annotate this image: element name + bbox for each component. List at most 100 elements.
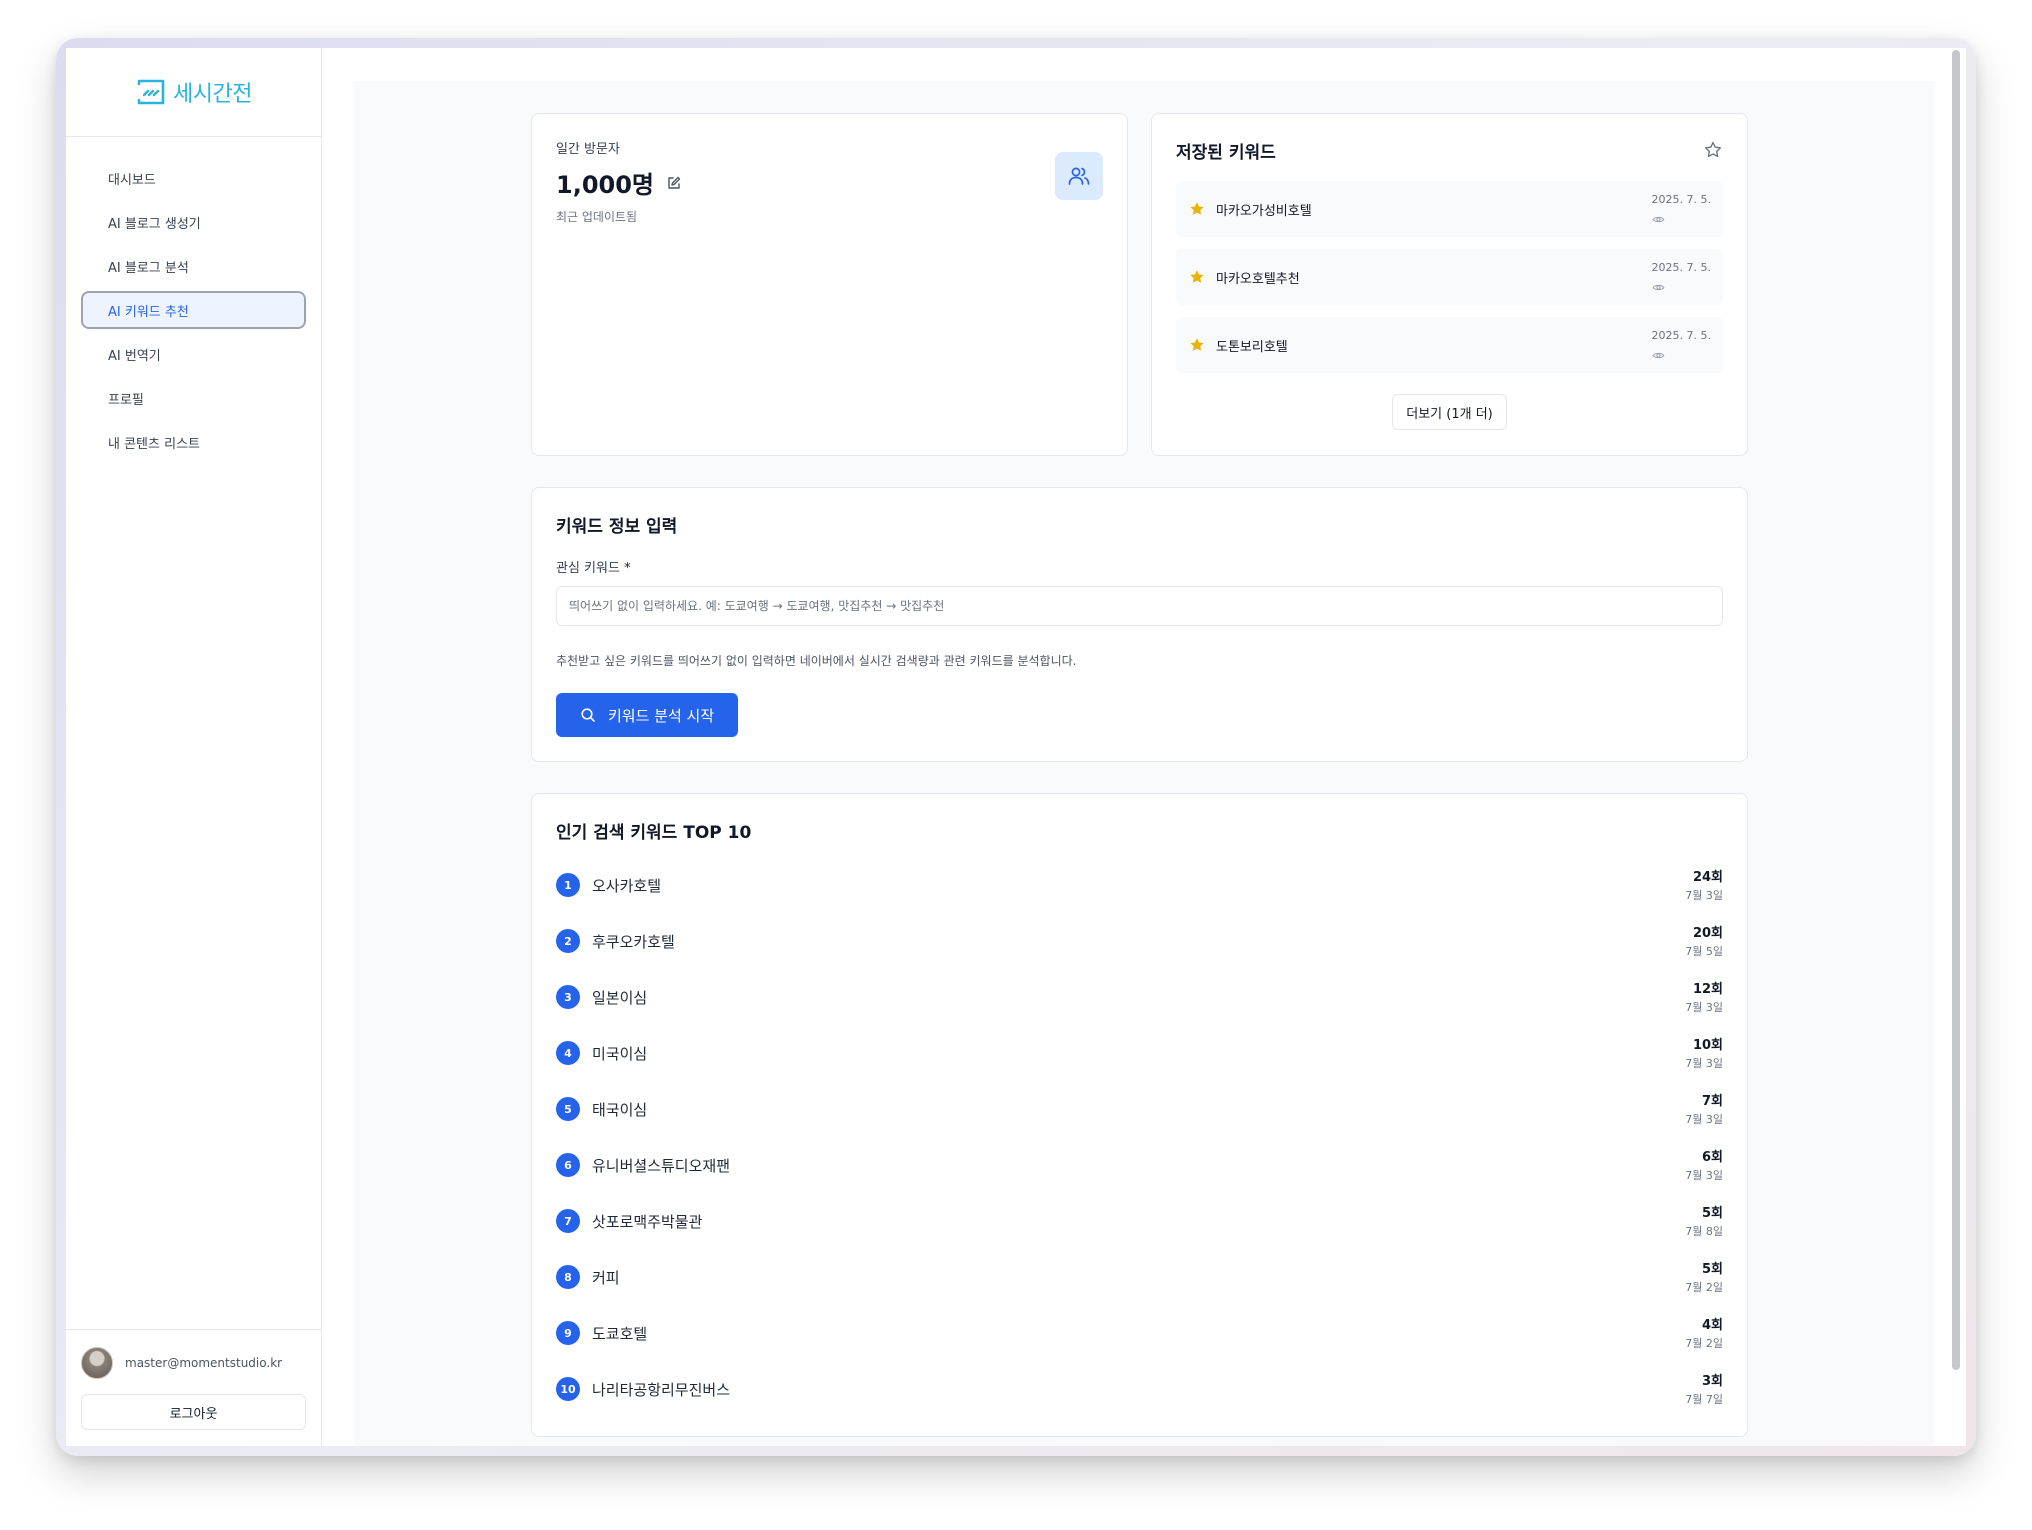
- star-filled-icon: [1190, 202, 1204, 215]
- rank-badge: 6: [556, 1153, 580, 1177]
- search-icon: [581, 708, 595, 722]
- top10-keyword: 일본이심: [592, 988, 648, 1007]
- top10-item[interactable]: 3 일본이심 12회 7월 3일: [556, 969, 1723, 1025]
- saved-keyword-date: 2025. 7. 5.: [1651, 261, 1711, 274]
- saved-keyword-item[interactable]: 마카오호텔추천 2025. 7. 5.: [1176, 249, 1723, 305]
- saved-keyword-item[interactable]: 마카오가성비호텔 2025. 7. 5.: [1176, 181, 1723, 237]
- top10-item[interactable]: 6 유니버셜스튜디오재팬 6회 7월 3일: [556, 1137, 1723, 1193]
- keyword-input-card: 키워드 정보 입력 관심 키워드 * 추천받고 싶은 키워드를 띄어쓰기 없이 …: [531, 487, 1748, 762]
- top10-item[interactable]: 8 커피 5회 7월 2일: [556, 1249, 1723, 1305]
- top10-date: 7월 5일: [1685, 945, 1723, 958]
- saved-keyword: 마카오호텔추천: [1216, 271, 1300, 287]
- rank-badge: 7: [556, 1209, 580, 1233]
- scrollbar[interactable]: [1952, 50, 1960, 1370]
- top10-date: 7월 2일: [1685, 1281, 1723, 1294]
- top10-item[interactable]: 2 후쿠오카호텔 20회 7월 5일: [556, 913, 1723, 969]
- eye-icon[interactable]: [1652, 281, 1665, 294]
- top10-keyword: 후쿠오카호텔: [592, 932, 675, 951]
- star-filled-icon: [1190, 338, 1204, 351]
- top10-item[interactable]: 1 오사카호텔 24회 7월 3일: [556, 857, 1723, 913]
- logo-icon: [137, 79, 165, 105]
- saved-keyword-item[interactable]: 도톤보리호텔 2025. 7. 5.: [1176, 317, 1723, 373]
- rank-badge: 8: [556, 1265, 580, 1289]
- star-filled-icon: [1190, 270, 1204, 283]
- top10-date: 7월 3일: [1685, 1113, 1723, 1126]
- saved-keyword: 마카오가성비호텔: [1216, 203, 1312, 219]
- top10-count: 10회: [1692, 1038, 1723, 1053]
- top10-date: 7월 8일: [1685, 1225, 1723, 1238]
- top10-item[interactable]: 9 도쿄호텔 4회 7월 2일: [556, 1305, 1723, 1361]
- top10-count: 5회: [1701, 1262, 1723, 1277]
- sidebar-item-ai-blog-analysis[interactable]: AI 블로그 분석: [81, 247, 306, 285]
- top10-keyword: 삿포로맥주박물관: [592, 1212, 703, 1231]
- top10-keyword: 도쿄호텔: [592, 1324, 648, 1343]
- edit-icon[interactable]: [666, 175, 682, 191]
- required-mark: *: [624, 561, 631, 576]
- visitors-count: 1,000명: [556, 171, 654, 199]
- star-outline-icon[interactable]: [1703, 140, 1723, 160]
- saved-keywords-list: 마카오가성비호텔 2025. 7. 5. 마카오호텔추천 2025. 7. 5.: [1176, 181, 1723, 373]
- visitors-card: 일간 방문자 1,000명 최근 업데이트됨: [531, 113, 1128, 456]
- more-button[interactable]: 더보기 (1개 더): [1392, 394, 1507, 430]
- saved-keyword-date: 2025. 7. 5.: [1651, 193, 1711, 206]
- sidebar-item-ai-keyword-recommend[interactable]: AI 키워드 추천: [81, 291, 306, 329]
- sidebar-item-dashboard[interactable]: 대시보드: [81, 159, 306, 197]
- users-badge: [1055, 152, 1103, 200]
- rank-badge: 10: [556, 1377, 580, 1401]
- top10-keyword: 유니버셜스튜디오재팬: [592, 1156, 731, 1175]
- sidebar-item-my-content-list[interactable]: 내 콘텐츠 리스트: [81, 423, 306, 461]
- top10-count: 20회: [1692, 926, 1723, 941]
- sidebar-nav: 대시보드 AI 블로그 생성기 AI 블로그 분석 AI 키워드 추천 AI 번…: [66, 137, 321, 461]
- sidebar-item-profile[interactable]: 프로필: [81, 379, 306, 417]
- logo-text: 세시간전: [173, 81, 252, 106]
- saved-keyword: 도톤보리호텔: [1216, 339, 1288, 355]
- top10-card: 인기 검색 키워드 TOP 10 1 오사카호텔 24회 7월 3일 2 후쿠오…: [531, 793, 1748, 1437]
- top10-keyword: 오사카호텔: [592, 876, 662, 895]
- user-row: master@momentstudio.kr: [81, 1346, 306, 1380]
- avatar: [81, 1347, 113, 1379]
- top10-count: 6회: [1701, 1150, 1723, 1165]
- top10-list: 1 오사카호텔 24회 7월 3일 2 후쿠오카호텔 20회 7월 5일 3 일…: [556, 857, 1723, 1417]
- eye-icon[interactable]: [1652, 349, 1665, 362]
- logo[interactable]: 세시간전: [66, 48, 321, 137]
- visitors-label: 일간 방문자: [556, 142, 620, 157]
- top10-item[interactable]: 5 태국이심 7회 7월 3일: [556, 1081, 1723, 1137]
- app-window: 세시간전 대시보드 AI 블로그 생성기 AI 블로그 분석 AI 키워드 추천…: [66, 48, 1966, 1446]
- top10-keyword: 나리타공항리무진버스: [592, 1380, 731, 1399]
- saved-keywords-card: 저장된 키워드 마카오가성비호텔 2025. 7. 5. 마카오호텔추천 202…: [1151, 113, 1748, 456]
- sidebar-item-ai-blog-generator[interactable]: AI 블로그 생성기: [81, 203, 306, 241]
- top10-date: 7월 3일: [1685, 1057, 1723, 1070]
- logout-button[interactable]: 로그아웃: [81, 1394, 306, 1430]
- sidebar-item-ai-translator[interactable]: AI 번역기: [81, 335, 306, 373]
- top10-item[interactable]: 7 삿포로맥주박물관 5회 7월 8일: [556, 1193, 1723, 1249]
- rank-badge: 2: [556, 929, 580, 953]
- top10-item[interactable]: 4 미국이심 10회 7월 3일: [556, 1025, 1723, 1081]
- saved-keyword-date: 2025. 7. 5.: [1651, 329, 1711, 342]
- main-area: 일간 방문자 1,000명 최근 업데이트됨 저장된 키워드 마카오가성비호텔 …: [322, 48, 1966, 1446]
- top10-date: 7월 7일: [1685, 1393, 1723, 1406]
- top10-item[interactable]: 10 나리타공항리무진버스 3회 7월 7일: [556, 1361, 1723, 1417]
- users-icon: [1068, 167, 1090, 185]
- rank-badge: 9: [556, 1321, 580, 1345]
- top10-date: 7월 2일: [1685, 1337, 1723, 1350]
- top10-keyword: 커피: [592, 1268, 620, 1287]
- keyword-input-title: 키워드 정보 입력: [556, 517, 678, 537]
- rank-badge: 3: [556, 985, 580, 1009]
- analyze-keyword-button[interactable]: 키워드 분석 시작: [556, 693, 739, 737]
- rank-badge: 4: [556, 1041, 580, 1065]
- saved-keywords-title: 저장된 키워드: [1176, 143, 1276, 163]
- keyword-help-text: 추천받고 싶은 키워드를 띄어쓰기 없이 입력하면 네이버에서 실시간 검색량과…: [556, 654, 1077, 668]
- top10-date: 7월 3일: [1685, 889, 1723, 902]
- sidebar: 세시간전 대시보드 AI 블로그 생성기 AI 블로그 분석 AI 키워드 추천…: [66, 48, 322, 1446]
- user-box: master@momentstudio.kr 로그아웃: [66, 1329, 321, 1446]
- top10-count: 24회: [1692, 870, 1723, 885]
- top10-count: 12회: [1692, 982, 1723, 997]
- keyword-input[interactable]: [556, 586, 1723, 626]
- rank-badge: 5: [556, 1097, 580, 1121]
- top10-count: 4회: [1701, 1318, 1723, 1333]
- rank-badge: 1: [556, 873, 580, 897]
- top10-count: 5회: [1701, 1206, 1723, 1221]
- visitors-updated: 최근 업데이트됨: [556, 210, 638, 224]
- top10-date: 7월 3일: [1685, 1001, 1723, 1014]
- eye-icon[interactable]: [1652, 213, 1665, 226]
